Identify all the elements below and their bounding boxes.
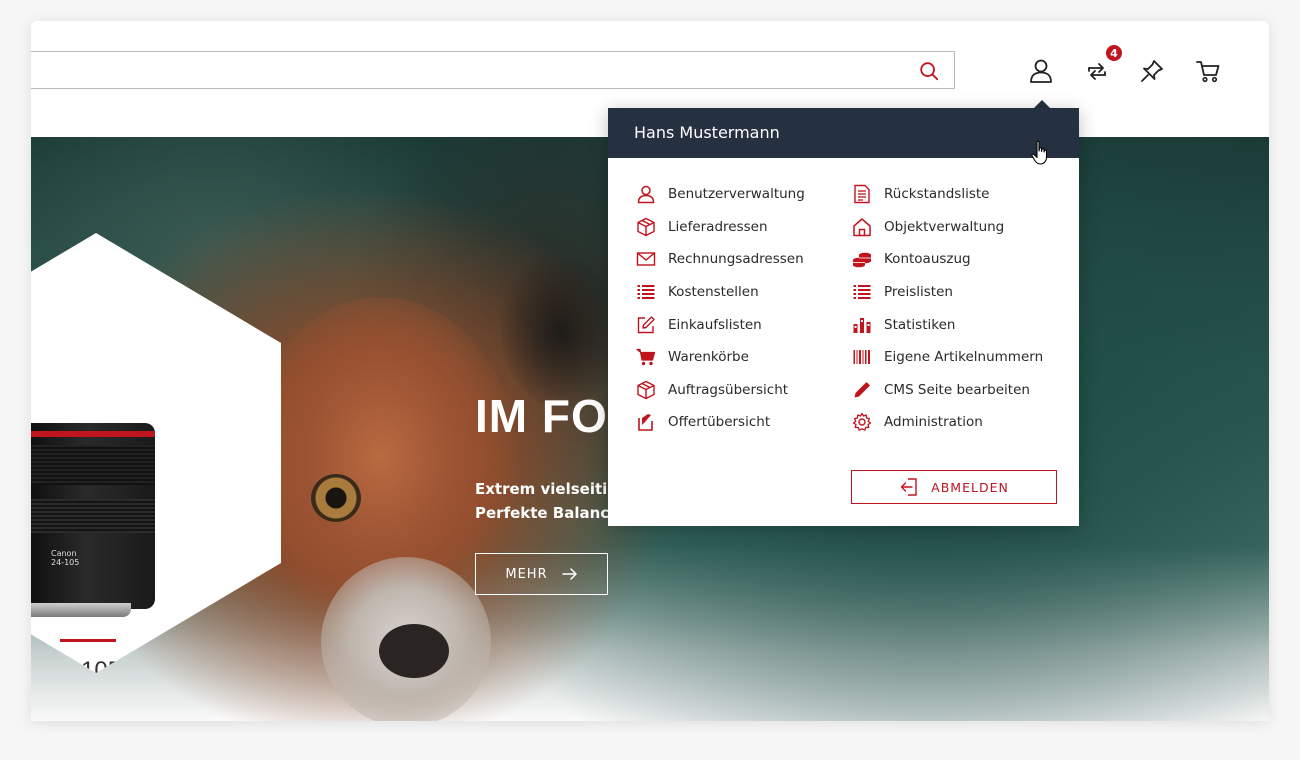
hero-text-line: Perfekte Balance bbox=[475, 504, 620, 522]
search-bar[interactable] bbox=[31, 51, 955, 89]
coins-icon bbox=[853, 253, 871, 268]
menu-item-statistiken[interactable]: Statistiken bbox=[852, 308, 1043, 341]
compare-icon[interactable] bbox=[1083, 57, 1111, 85]
product-name: F 24-105MM bbox=[31, 657, 162, 684]
cart-icon bbox=[636, 349, 656, 366]
gear-icon bbox=[852, 413, 872, 432]
menu-item-preislisten[interactable]: Preislisten bbox=[852, 276, 1043, 309]
bar-chart-icon bbox=[853, 317, 871, 333]
house-icon bbox=[853, 218, 871, 237]
accent-divider bbox=[60, 639, 116, 642]
offer-icon bbox=[638, 414, 653, 432]
box-icon bbox=[637, 380, 655, 400]
hand-cursor-icon bbox=[1031, 140, 1048, 165]
menu-item-lieferadressen[interactable]: Lieferadressen bbox=[636, 211, 805, 244]
edit-icon bbox=[637, 315, 655, 333]
list-icon bbox=[853, 285, 871, 300]
menu-item-objektverwaltung[interactable]: Objektverwaltung bbox=[852, 211, 1043, 244]
hero-title: IM FO bbox=[475, 390, 608, 442]
envelope-icon bbox=[636, 252, 656, 267]
menu-item-offertuebersicht[interactable]: Offertübersicht bbox=[636, 406, 805, 439]
menu-item-warenkoerbe[interactable]: Warenkörbe bbox=[636, 341, 805, 374]
account-user-name: Hans Mustermann bbox=[608, 108, 1079, 158]
menu-item-administration[interactable]: Administration bbox=[852, 406, 1043, 439]
lens-brand: Canon bbox=[51, 549, 77, 558]
hero-text-line: Extrem vielseitige bbox=[475, 480, 629, 498]
logout-button[interactable]: ABMELDEN bbox=[851, 470, 1057, 504]
hero-text: Extrem vielseitige Perfekte Balance bbox=[475, 477, 628, 525]
more-button-label: MEHR bbox=[505, 566, 548, 582]
menu-item-benutzerverwaltung[interactable]: Benutzerverwaltung bbox=[636, 178, 805, 211]
pin-icon[interactable] bbox=[1138, 57, 1166, 85]
menu-column-right: Rückstandsliste Objektverwaltung Kontoau… bbox=[852, 178, 1043, 439]
menu-item-kontoauszug[interactable]: Kontoauszug bbox=[852, 243, 1043, 276]
user-account-icon[interactable] bbox=[1027, 57, 1055, 85]
logout-label: ABMELDEN bbox=[931, 479, 1009, 495]
search-input[interactable] bbox=[31, 52, 911, 88]
pencil-icon bbox=[854, 381, 870, 398]
lens-image: Canon 24-105 bbox=[31, 423, 155, 623]
menu-item-auftragsuebersicht[interactable]: Auftragsübersicht bbox=[636, 374, 805, 407]
user-icon bbox=[637, 186, 655, 204]
menu-column-left: Benutzerverwaltung Lieferadressen Rechnu… bbox=[636, 178, 805, 439]
menu-item-cms-seite-bearbeiten[interactable]: CMS Seite bearbeiten bbox=[852, 374, 1043, 407]
lens-model: 24-105 bbox=[51, 558, 80, 567]
cart-icon[interactable] bbox=[1194, 57, 1222, 85]
menu-item-rueckstandsliste[interactable]: Rückstandsliste bbox=[852, 178, 1043, 211]
search-icon[interactable] bbox=[918, 60, 940, 82]
product-teaser[interactable]: Canon 24-105 F 24-105MM bbox=[31, 233, 281, 673]
arrow-right-icon bbox=[561, 568, 577, 580]
document-icon bbox=[854, 185, 870, 204]
logout-icon bbox=[900, 478, 917, 496]
compare-count-badge: 4 bbox=[1104, 43, 1124, 63]
menu-item-kostenstellen[interactable]: Kostenstellen bbox=[636, 276, 805, 309]
list-icon bbox=[637, 285, 655, 300]
menu-item-einkaufslisten[interactable]: Einkaufslisten bbox=[636, 308, 805, 341]
menu-item-rechnungsadressen[interactable]: Rechnungsadressen bbox=[636, 243, 805, 276]
more-button[interactable]: MEHR bbox=[475, 553, 608, 595]
account-dropdown: Hans Mustermann Benutzerverwaltung Liefe… bbox=[608, 108, 1079, 526]
barcode-icon bbox=[853, 350, 870, 365]
menu-item-eigene-artikelnummern[interactable]: Eigene Artikelnummern bbox=[852, 341, 1043, 374]
box-icon bbox=[637, 217, 655, 237]
